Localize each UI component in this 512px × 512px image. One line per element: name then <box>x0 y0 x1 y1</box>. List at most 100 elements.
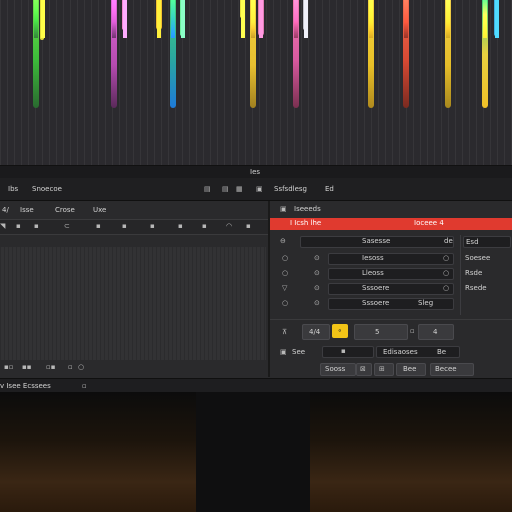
action-button[interactable]: ⊠ <box>356 363 372 376</box>
knob-icon[interactable]: ○ <box>282 300 288 307</box>
waveform-strand <box>111 0 117 108</box>
waveform-strand <box>303 0 307 30</box>
link-icon: ⊠ <box>360 365 366 373</box>
loop-toggle-icon[interactable]: ▫ <box>68 364 73 371</box>
settings-icon[interactable]: ▣ <box>280 206 287 213</box>
cut-icon[interactable]: ▪ <box>16 223 21 230</box>
toolbar-item[interactable]: 4/ <box>2 207 9 214</box>
pointer-icon[interactable]: ◥ <box>0 223 5 230</box>
alert-left-label: I Icsh lhe <box>290 219 322 227</box>
play-icon[interactable]: ▪▫ <box>4 364 14 371</box>
property-field[interactable] <box>328 268 454 280</box>
time-signature-field[interactable]: 4/4 <box>302 324 330 340</box>
property-value: Sssoere <box>362 284 390 292</box>
title-bar: Ies <box>0 166 512 178</box>
knob-icon[interactable]: ○ <box>443 255 449 262</box>
waveform-strand <box>33 0 39 108</box>
waveform-strand <box>494 0 498 36</box>
stop-icon[interactable]: ▪▪ <box>22 364 32 371</box>
left-panel: 4/ Isse Crose Uxe ◥ ▪ ▪ ⊂ ▪ ▪ ▪ ▪ ▪ ◠ ▪ … <box>0 201 268 376</box>
knob-icon[interactable]: ○ <box>443 270 449 277</box>
clip-icon[interactable]: ▪ <box>150 223 155 230</box>
panel-icon[interactable]: ▣ <box>256 186 263 193</box>
menu-item-file[interactable]: Snoecoe <box>32 186 62 193</box>
tempo-field[interactable]: 5 <box>354 324 408 340</box>
sync-icon[interactable]: ▫ <box>410 328 415 335</box>
app-name[interactable]: Ibs <box>8 186 18 193</box>
property-value: Lleoss <box>362 269 384 277</box>
marker-icon[interactable]: ▪ <box>246 223 251 230</box>
grid-icon[interactable]: ▤ <box>204 186 211 193</box>
property-value: Sssoere <box>362 299 390 307</box>
waveform-strand <box>170 0 176 108</box>
status-bar: v Isee Ecssees ▫ <box>0 378 512 393</box>
knob-icon[interactable]: ⊙ <box>314 270 320 277</box>
button-row: Sooss ⊠ ⊞ Bee Becee <box>270 362 512 376</box>
clip-icon[interactable]: ▪ <box>122 223 127 230</box>
footer-field[interactable]: Edisaoses Be <box>376 346 460 358</box>
side-label[interactable]: Rsde <box>465 270 482 277</box>
monitor-stand <box>196 392 310 512</box>
key-value: 4 <box>433 328 438 336</box>
clip-icon[interactable]: ▣ <box>280 349 287 356</box>
window-title: Ies <box>250 168 261 176</box>
property-field[interactable] <box>328 253 454 265</box>
waveform-strand <box>240 0 244 18</box>
action-button-label: Sooss <box>325 365 346 373</box>
info-icon[interactable]: ▫ <box>82 383 87 390</box>
clip-icon[interactable]: ▪ <box>202 223 207 230</box>
key-field[interactable]: 4 <box>418 324 454 340</box>
action-button[interactable]: Sooss <box>320 363 356 376</box>
clip-icon[interactable]: ▪ <box>96 223 101 230</box>
filter-icon[interactable]: ▽ <box>282 285 287 292</box>
action-button[interactable]: Bee <box>396 363 426 376</box>
toolbar-item[interactable]: Isse <box>20 207 34 214</box>
window-icon[interactable]: ▦ <box>236 186 243 193</box>
side-label[interactable]: Soesee <box>465 255 490 262</box>
track-area[interactable] <box>0 247 266 360</box>
toolbar-item[interactable]: Crose <box>55 207 75 214</box>
record-icon[interactable]: ▫▪ <box>46 364 56 371</box>
footer-row: ▣ See ▪ Edisaoses Be <box>270 345 512 359</box>
knob-icon[interactable]: ⊙ <box>314 255 320 262</box>
action-button[interactable]: ⊞ <box>374 363 394 376</box>
loop-icon[interactable]: ⊂ <box>64 223 70 230</box>
section-title: Iseeeds <box>294 205 321 213</box>
knob-icon[interactable]: ○ <box>282 270 288 277</box>
copy-icon[interactable]: ▪ <box>34 223 39 230</box>
knob-icon[interactable]: ⊙ <box>314 285 320 292</box>
layout-icon[interactable]: ▤ <box>222 186 229 193</box>
clip-icon: ▪ <box>341 347 346 355</box>
metronome-icon[interactable]: ○ <box>78 364 84 371</box>
header-right-tag[interactable]: Ed <box>325 186 334 193</box>
alert-bar[interactable]: I Icsh lhe Ioceee 4 <box>270 218 512 230</box>
cursor-icon[interactable]: ⊼ <box>282 329 287 336</box>
toolbar-item[interactable]: Uxe <box>93 207 106 214</box>
knob-icon[interactable]: ○ <box>282 255 288 262</box>
waveform-strand <box>403 0 409 108</box>
property-field[interactable] <box>328 283 454 295</box>
clip-icon[interactable]: ▪ <box>178 223 183 230</box>
app-window: Ies Ibs Snoecoe ▤ ▤ ▦ ▣ Ssfsdlesg Ed 4/ … <box>0 165 512 393</box>
waveform-strand <box>40 0 44 40</box>
knob-icon[interactable]: ⊙ <box>314 300 320 307</box>
header-right-label[interactable]: Ssfsdlesg <box>274 186 307 193</box>
waveform-strand <box>250 0 256 108</box>
property-field[interactable] <box>328 298 454 310</box>
waveform-strand <box>482 0 488 108</box>
action-button-label: Bee <box>403 365 417 373</box>
metronome-toggle[interactable]: ⚬ <box>332 324 348 338</box>
property-value: Iesoss <box>362 254 384 262</box>
side-column: Esd Soesee Rsde Rsede <box>460 235 512 315</box>
action-button[interactable]: Becee <box>430 363 474 376</box>
knob-icon[interactable]: ○ <box>443 285 449 292</box>
menu-bar: Ibs Snoecoe ▤ ▤ ▦ ▣ Ssfsdlesg Ed <box>0 178 512 201</box>
right-panel: ▣ Iseeeds I Icsh lhe Ioceee 4 ⊖ Sasesse … <box>270 201 512 377</box>
status-text: v Isee Ecssees <box>0 382 51 390</box>
controls-row: ⊼ 4/4 ⚬ 5 ▫ 4 <box>270 319 512 344</box>
footer-field[interactable]: ▪ <box>322 346 374 358</box>
side-field[interactable]: Esd <box>463 236 511 248</box>
background-scene <box>0 392 512 512</box>
side-label[interactable]: Rsede <box>465 285 487 292</box>
fade-icon[interactable]: ◠ <box>226 223 232 230</box>
